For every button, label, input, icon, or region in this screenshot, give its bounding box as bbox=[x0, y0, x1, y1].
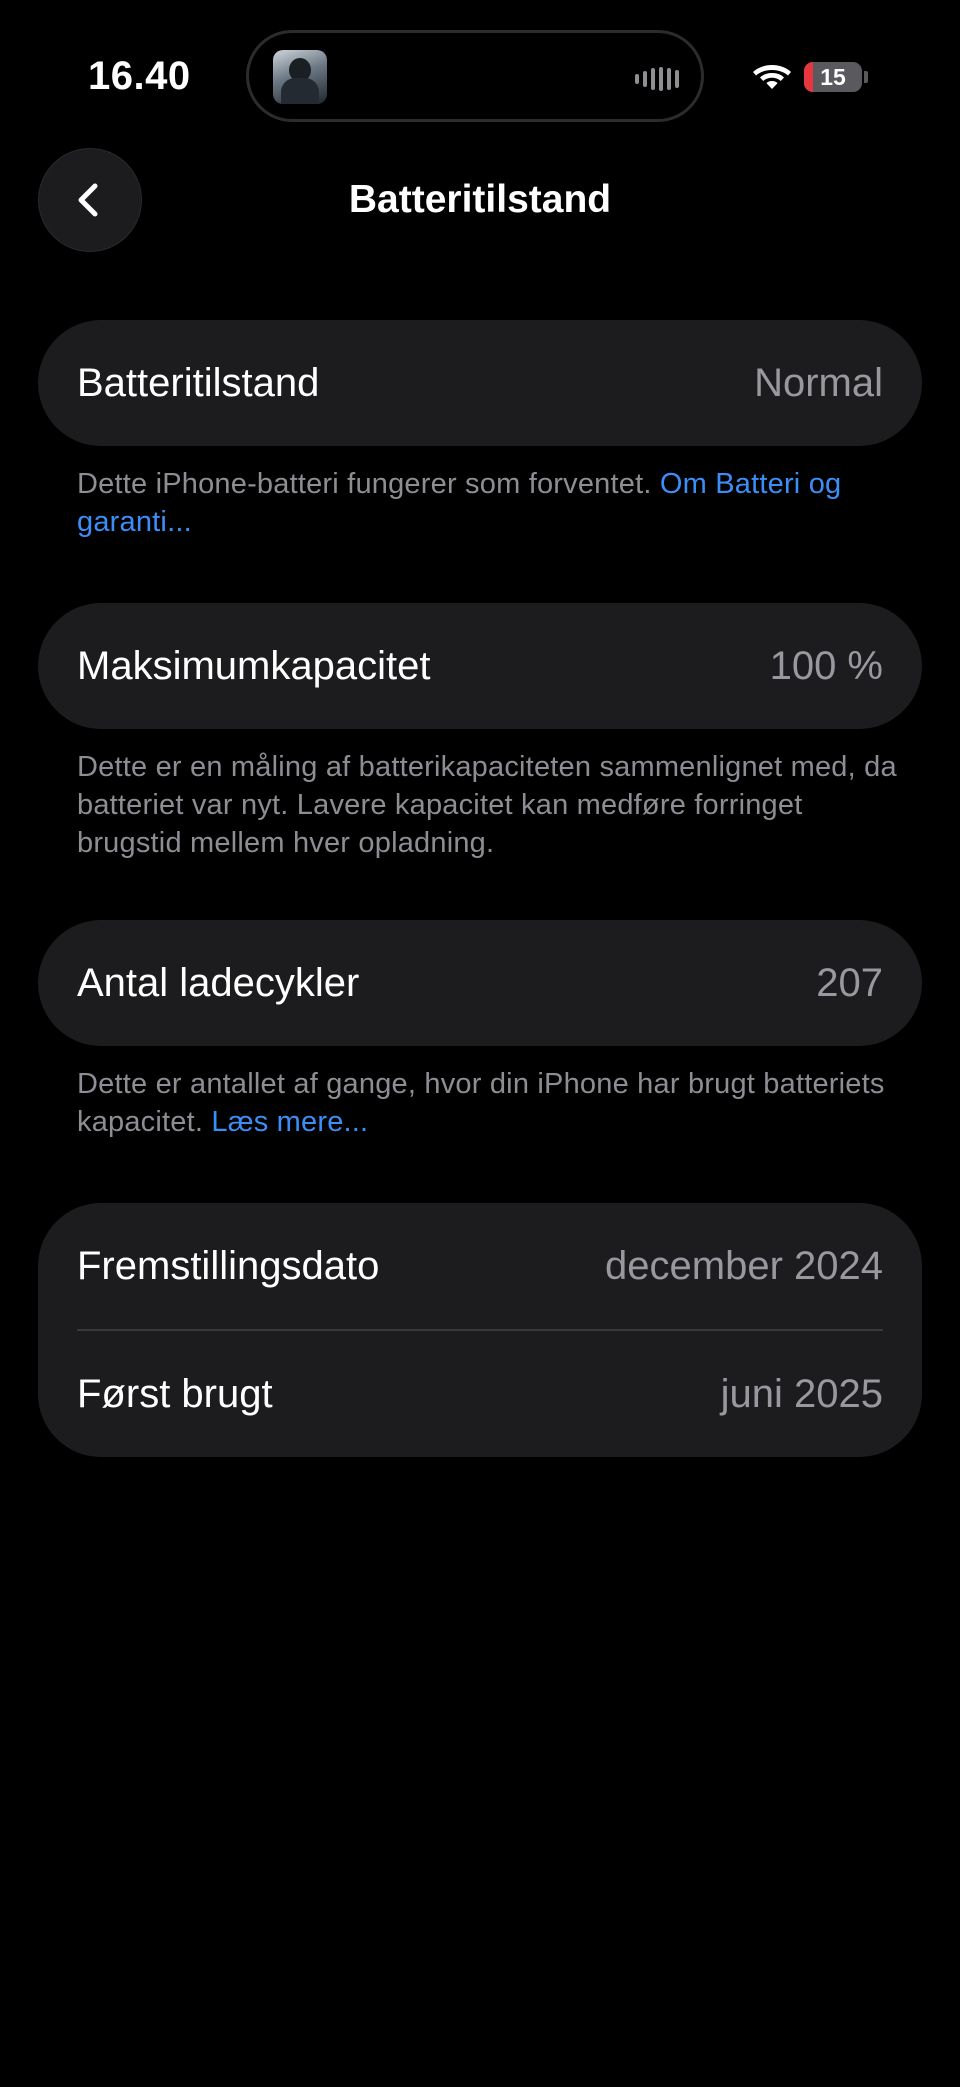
max-capacity-value: 100 % bbox=[769, 643, 883, 688]
battery-health-card: Batteritilstand Normal bbox=[38, 320, 922, 446]
page-title: Batteritilstand bbox=[348, 178, 612, 221]
charge-cycles-card: Antal ladecykler 207 bbox=[38, 920, 922, 1046]
learn-more-link[interactable]: Læs mere... bbox=[211, 1106, 368, 1138]
album-art-icon bbox=[273, 50, 327, 104]
max-capacity-label: Maksimumkapacitet bbox=[77, 643, 431, 688]
max-capacity-footnote: Dette er en måling af batterikapaciteten… bbox=[77, 751, 897, 859]
battery-health-row: Batteritilstand Normal bbox=[38, 320, 922, 446]
charge-cycles-footnote: Dette er antallet af gange, hvor din iPh… bbox=[77, 1065, 897, 1141]
max-capacity-card: Maksimumkapacitet 100 % bbox=[38, 603, 922, 729]
battery-icon: 15 bbox=[804, 62, 862, 92]
battery-terminal bbox=[864, 71, 868, 83]
manufacture-date-value: december 2024 bbox=[605, 1243, 883, 1288]
status-time: 16.40 bbox=[88, 54, 191, 98]
battery-level-text: 15 bbox=[820, 64, 846, 90]
wifi-icon bbox=[752, 60, 792, 95]
first-use-label: Først brugt bbox=[77, 1371, 273, 1416]
battery-health-footnote-text: Dette iPhone-batteri fungerer som forven… bbox=[77, 468, 660, 500]
dynamic-island[interactable] bbox=[246, 30, 704, 122]
audio-waveform-icon bbox=[635, 67, 679, 91]
battery-health-value: Normal bbox=[754, 360, 883, 405]
first-use-value: juni 2025 bbox=[720, 1371, 883, 1416]
manufacture-date-row: Fremstillingsdato december 2024 bbox=[38, 1203, 922, 1329]
battery-health-footnote: Dette iPhone-batteri fungerer som forven… bbox=[77, 465, 897, 541]
max-capacity-row: Maksimumkapacitet 100 % bbox=[38, 603, 922, 729]
manufacture-date-label: Fremstillingsdato bbox=[77, 1243, 380, 1288]
battery-health-label: Batteritilstand bbox=[77, 360, 320, 405]
charge-cycles-label: Antal ladecykler bbox=[77, 960, 360, 1005]
charge-cycles-value: 207 bbox=[816, 960, 883, 1005]
dates-card: Fremstillingsdato december 2024 Først br… bbox=[38, 1203, 922, 1457]
charge-cycles-row: Antal ladecykler 207 bbox=[38, 920, 922, 1046]
charge-cycles-footnote-text: Dette er antallet af gange, hvor din iPh… bbox=[77, 1068, 885, 1138]
first-use-row: Først brugt juni 2025 bbox=[38, 1331, 922, 1457]
